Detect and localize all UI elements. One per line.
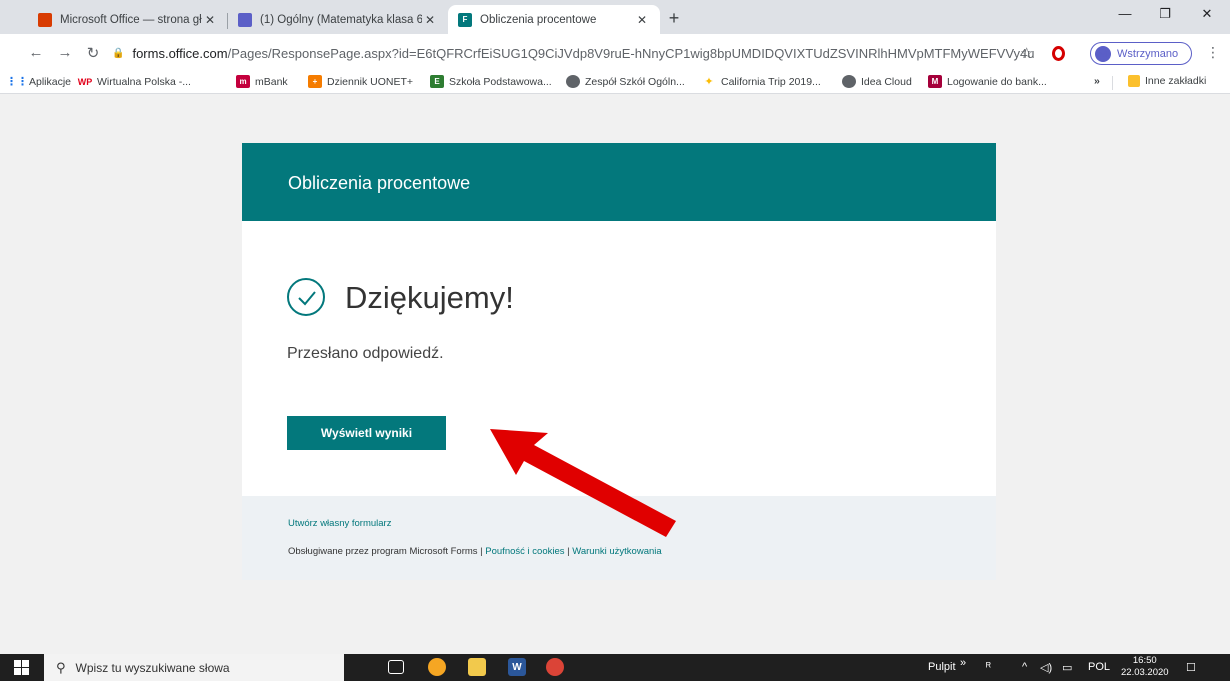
form-title: Obliczenia procentowe — [288, 173, 471, 193]
page-content: Obliczenia procentowe Dziękujemy! Przesł… — [0, 94, 1230, 654]
tab-title: (1) Ogólny (Matematyka klasa 6 J — [260, 14, 422, 26]
create-form-link[interactable]: Utwórz własny formularz — [288, 518, 391, 529]
show-hidden-icons-icon[interactable]: ^ — [1022, 661, 1027, 673]
apps-icon: ⋮⋮ — [6, 76, 28, 88]
photos-icon: ✦ — [704, 76, 714, 88]
taskbar-chevron[interactable]: » — [960, 657, 966, 669]
response-sent-text: Przesłano odpowiedź. — [287, 345, 444, 362]
url-text: forms.office.com/Pages/ResponsePage.aspx… — [132, 45, 1035, 61]
back-icon[interactable]: ← — [25, 44, 47, 61]
windows-start-icon[interactable] — [14, 660, 30, 675]
bookmark-label: Zespół Szkół Ogóln... — [585, 75, 685, 88]
desktop-label[interactable]: Pulpit — [928, 661, 956, 673]
bookmark-label: Logowanie do bank... — [947, 75, 1047, 88]
close-window-icon[interactable]: ✕ — [1192, 6, 1222, 22]
windows-taskbar: ⚲ Wpisz tu wyszukiwane słowa W Pulpit » … — [0, 654, 1230, 681]
bookmarks-bar: ⋮⋮ Aplikacje WP Wirtualna Polska -... m … — [0, 72, 1230, 94]
minimize-icon[interactable]: — — [1110, 6, 1140, 21]
menu-icon[interactable]: ⋮ — [1206, 44, 1220, 61]
close-tab-icon[interactable]: ✕ — [422, 13, 438, 27]
clock-time: 16:50 — [1132, 655, 1157, 666]
view-results-button[interactable]: Wyświetl wyniki — [287, 416, 446, 450]
checkmark-circle-icon — [287, 278, 325, 316]
bookmark-california[interactable]: ✦ California Trip 2019... — [702, 75, 821, 89]
bookmarks-more-icon[interactable]: » — [1094, 75, 1100, 87]
bookmark-uonet[interactable]: + Dziennik UONET+ — [308, 75, 413, 88]
bookmark-mbank[interactable]: m mBank — [236, 75, 288, 88]
tab-teams[interactable]: (1) Ogólny (Matematyka klasa 6 J ✕ — [228, 6, 448, 34]
profile-label: Wstrzymano — [1117, 47, 1179, 60]
task-view-icon[interactable] — [388, 660, 404, 674]
search-placeholder: Wpisz tu wyszukiwane słowa — [75, 660, 230, 675]
forward-icon[interactable]: → — [54, 44, 76, 61]
bookmark-label: Inne zakładki — [1145, 75, 1207, 87]
bookmark-label: California Trip 2019... — [721, 75, 821, 88]
wp-icon: WP — [77, 76, 93, 87]
forms-icon: F — [458, 12, 472, 27]
bookmark-star-icon[interactable]: ☆ — [1020, 44, 1033, 62]
bookmark-label: mBank — [255, 75, 288, 88]
restore-icon[interactable]: ❐ — [1150, 6, 1180, 22]
tab-strip: Microsoft Office — strona główna ✕ (1) O… — [0, 0, 1230, 34]
bookmark-zespol[interactable]: Zespół Szkół Ogóln... — [566, 75, 685, 88]
office-icon — [38, 13, 52, 27]
uonet-icon: + — [308, 75, 322, 88]
globe-icon — [566, 75, 580, 88]
lock-icon: 🔒 — [112, 47, 125, 59]
school-icon: E — [430, 75, 444, 88]
clock[interactable]: 16:50 22.03.2020 — [1121, 655, 1169, 679]
bookmark-school[interactable]: E Szkoła Podstawowa... — [430, 75, 552, 88]
address-bar[interactable]: 🔒 forms.office.com/Pages/ResponsePage.as… — [112, 39, 1034, 67]
language-indicator[interactable]: POL — [1088, 661, 1110, 673]
red-arrow-annotation — [490, 429, 676, 537]
clock-date: 22.03.2020 — [1121, 667, 1169, 678]
profile-button[interactable]: M Wstrzymano — [1090, 42, 1192, 65]
tab-forms[interactable]: F Obliczenia procentowe ✕ — [448, 5, 660, 34]
bank-icon: M — [928, 75, 942, 88]
privacy-link[interactable]: Poufność i cookies — [485, 546, 564, 557]
tab-title: Obliczenia procentowe — [480, 13, 597, 26]
reload-icon[interactable]: ↻ — [82, 44, 104, 62]
close-tab-icon[interactable]: ✕ — [634, 13, 650, 27]
other-bookmarks[interactable]: Inne zakładki — [1128, 75, 1206, 87]
bookmark-idea-cloud[interactable]: Idea Cloud — [842, 75, 912, 88]
keyboard-icon[interactable]: ▭ — [1062, 661, 1072, 674]
folder-icon — [1128, 75, 1140, 87]
thank-you-heading: Dziękujemy! — [345, 280, 514, 315]
tab-title: Microsoft Office — strona główna — [60, 14, 202, 26]
close-tab-icon[interactable]: ✕ — [202, 13, 218, 27]
bookmark-label: Dziennik UONET+ — [327, 75, 414, 88]
bookmark-label: Wirtualna Polska -... — [97, 75, 191, 88]
new-tab-icon[interactable]: + — [664, 9, 684, 27]
tab-office[interactable]: Microsoft Office — strona główna ✕ — [28, 6, 228, 34]
volume-icon[interactable]: ◁) — [1040, 661, 1052, 674]
browser-toolbar: ← → ↻ 🔒 forms.office.com/Pages/ResponseP… — [0, 34, 1230, 72]
bookmark-apps[interactable]: ⋮⋮ Aplikacje — [6, 75, 72, 89]
form-header: Obliczenia procentowe — [242, 143, 996, 221]
app-icon[interactable] — [428, 658, 446, 676]
separator: | — [567, 546, 570, 557]
people-icon[interactable]: ᴿ — [986, 661, 991, 673]
powered-by-text: Obsługiwane przez program Microsoft Form… — [288, 546, 662, 557]
search-icon: ⚲ — [56, 659, 66, 675]
terms-link[interactable]: Warunki użytkowania — [572, 546, 661, 557]
file-explorer-icon[interactable] — [468, 658, 486, 676]
avatar: M — [1095, 45, 1111, 62]
teams-icon — [238, 13, 252, 27]
taskbar-search[interactable]: ⚲ Wpisz tu wyszukiwane słowa — [44, 654, 344, 681]
bookmark-label: Aplikacje — [29, 75, 72, 88]
globe-icon — [842, 75, 856, 88]
word-icon[interactable]: W — [508, 658, 526, 676]
notifications-icon[interactable]: ☐ — [1186, 661, 1196, 674]
chrome-icon[interactable] — [546, 658, 564, 676]
bookmark-label: Szkoła Podstawowa... — [449, 75, 552, 88]
bookmark-bank-login[interactable]: M Logowanie do bank... — [928, 75, 1047, 88]
powered-by-label: Obsługiwane przez program Microsoft Form… — [288, 546, 483, 557]
bookmark-wp[interactable]: WP Wirtualna Polska -... — [78, 75, 191, 88]
mbank-icon: m — [236, 75, 250, 88]
bookmarks-divider — [1112, 76, 1113, 90]
bookmark-label: Idea Cloud — [861, 75, 912, 88]
opera-extension-icon[interactable] — [1052, 46, 1065, 61]
